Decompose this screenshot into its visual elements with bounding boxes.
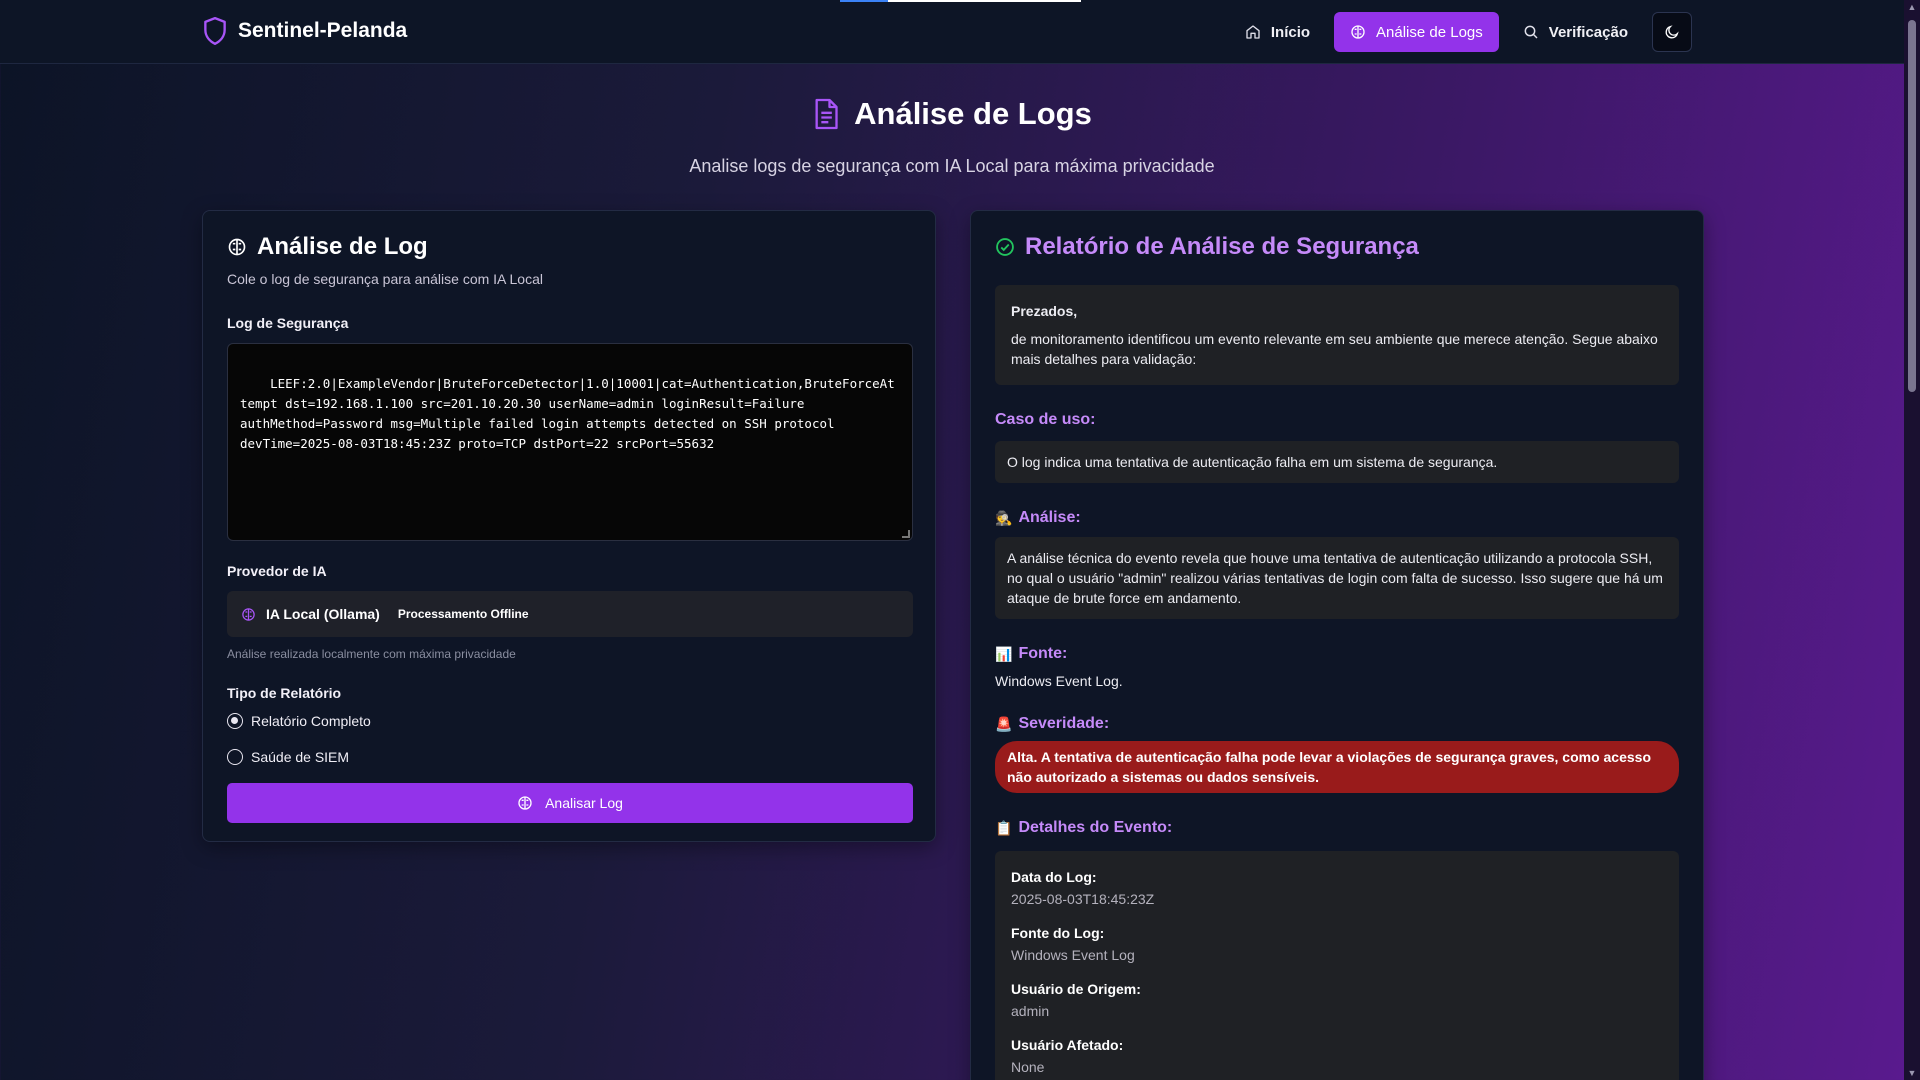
brain-icon — [518, 796, 532, 810]
document-icon — [815, 98, 838, 130]
report-type-option-complete[interactable]: Relatório Completo — [227, 713, 911, 729]
severity-text: Alta. A tentativa de autenticação falha … — [1007, 749, 1651, 785]
radio-button-unchecked[interactable] — [227, 749, 243, 765]
event-details-heading: 📋 Detalhes do Evento: — [995, 819, 1679, 837]
report-type-option-label: Saúde de SIEM — [251, 749, 350, 765]
clipboard-icon: 📋 — [995, 819, 1013, 836]
page-scrollbar[interactable]: ▲ ▼ — [1904, 0, 1920, 1080]
report-type-label: Tipo de Relatório — [227, 685, 342, 701]
event-detail-item: Usuário de Origem: admin — [1011, 979, 1663, 1021]
brand-logo-link[interactable]: Sentinel-Pelanda — [202, 16, 407, 46]
report-title-text: Relatório de Análise de Segurança — [1025, 233, 1419, 260]
severity-badge: Alta. A tentativa de autenticação falha … — [995, 741, 1679, 793]
event-detail-label: Usuário Afetado: — [1011, 1037, 1124, 1053]
search-icon — [1524, 25, 1538, 39]
report-title: Relatório de Análise de Segurança — [995, 233, 1679, 261]
siren-icon: 🚨 — [995, 715, 1013, 732]
moon-icon — [1665, 25, 1679, 39]
provider-hint: Análise realizada localmente com máxima … — [227, 647, 516, 661]
log-input-label: Log de Segurança — [227, 315, 349, 331]
radio-button-checked[interactable] — [227, 713, 243, 729]
scrollbar-thumb[interactable] — [1908, 20, 1916, 392]
security-report-card: Relatório de Análise de Segurança Prezad… — [970, 210, 1704, 1080]
brand-name: Sentinel-Pelanda — [238, 19, 408, 42]
event-detail-value: Windows Event Log — [1011, 947, 1135, 963]
event-detail-label: Data do Log: — [1011, 869, 1097, 885]
event-details-box: Data do Log: 2025-08-03T18:45:23Z Fonte … — [995, 851, 1679, 1080]
event-detail-value: admin — [1011, 1003, 1050, 1019]
security-log-textarea[interactable]: LEEF:2.0|ExampleVendor|BruteForceDetecto… — [227, 343, 913, 541]
provider-name: IA Local (Ollama) — [266, 606, 380, 622]
check-circle-icon — [996, 238, 1014, 256]
top-navbar: Sentinel-Pelanda Início Análise de Logs … — [0, 0, 1904, 64]
report-greeting: Prezados, — [1011, 303, 1078, 319]
analyze-log-button-label: Analisar Log — [545, 795, 623, 811]
nav-item-analise-de-logs[interactable]: Análise de Logs — [1334, 12, 1499, 52]
report-intro-box: Prezados, de monitoramento identificou u… — [995, 285, 1679, 385]
analysis-text: A análise técnica do evento revela que h… — [1007, 550, 1663, 606]
theme-toggle-button[interactable] — [1652, 12, 1692, 52]
analysis-heading-text: Análise: — [1018, 509, 1081, 526]
bar-chart-icon: 📊 — [995, 645, 1013, 662]
report-type-option-siem[interactable]: Saúde de SIEM — [227, 749, 911, 765]
use-case-text: O log indica uma tentativa de autenticaç… — [1007, 454, 1498, 470]
security-log-value: LEEF:2.0|ExampleVendor|BruteForceDetecto… — [240, 376, 895, 451]
form-description: Cole o log de segurança para análise com… — [227, 271, 543, 287]
page-title-text: Análise de Logs — [854, 96, 1092, 131]
source-text: Windows Event Log. — [995, 673, 1123, 689]
form-title: Análise de Log — [227, 233, 911, 261]
offline-badge: Processamento Offline — [397, 607, 529, 621]
severity-heading-text: Severidade: — [1018, 715, 1110, 732]
ai-provider-selector[interactable]: IA Local (Ollama) Processamento Offline — [227, 591, 913, 637]
nav-item-label: Verificação — [1548, 23, 1628, 41]
source-heading: 📊 Fonte: — [995, 645, 1679, 663]
event-detail-value: None — [1011, 1059, 1045, 1075]
scroll-up-arrow-icon[interactable]: ▲ — [1907, 2, 1917, 12]
use-case-box: O log indica uma tentativa de autenticaç… — [995, 441, 1679, 483]
report-type-option-label: Relatório Completo — [251, 713, 371, 729]
event-details-heading-text: Detalhes do Evento: — [1018, 819, 1173, 836]
shield-icon — [204, 16, 226, 46]
event-detail-value: 2025-08-03T18:45:23Z — [1011, 891, 1155, 907]
use-case-heading: Caso de uso: — [995, 411, 1679, 429]
analyze-log-button[interactable]: Analisar Log — [227, 783, 913, 823]
event-detail-label: Usuário de Origem: — [1011, 981, 1141, 997]
page-load-progress-accent — [840, 0, 888, 2]
page-subtitle: Analise logs de segurança com IA Local p… — [689, 156, 1215, 176]
event-detail-item: Fonte do Log: Windows Event Log — [1011, 923, 1663, 965]
main-nav: Início Análise de Logs Verificação — [1229, 12, 1692, 52]
nav-item-label: Início — [1270, 23, 1311, 41]
provider-label: Provedor de IA — [227, 563, 327, 579]
form-title-text: Análise de Log — [257, 233, 428, 260]
brain-icon — [1351, 25, 1365, 39]
nav-item-label: Análise de Logs — [1376, 23, 1483, 41]
log-analysis-form-card: Análise de Log Cole o log de segurança p… — [202, 210, 936, 842]
brain-icon — [228, 238, 246, 256]
textarea-resize-handle[interactable] — [902, 530, 910, 538]
source-heading-text: Fonte: — [1018, 645, 1068, 662]
detective-icon: 🕵️ — [995, 509, 1013, 526]
nav-item-inicio[interactable]: Início — [1229, 12, 1326, 52]
use-case-heading-text: Caso de uso: — [995, 411, 1096, 428]
analysis-heading: 🕵️ Análise: — [995, 509, 1679, 527]
page-header: Análise de Logs Analise logs de seguranç… — [0, 96, 1904, 177]
severity-heading: 🚨 Severidade: — [995, 715, 1679, 733]
event-detail-label: Fonte do Log: — [1011, 925, 1105, 941]
analysis-box: A análise técnica do evento revela que h… — [995, 537, 1679, 619]
scroll-down-arrow-icon[interactable]: ▼ — [1907, 1068, 1917, 1078]
brain-icon — [242, 607, 255, 621]
nav-item-verificacao[interactable]: Verificação — [1507, 12, 1644, 52]
event-detail-item: Data do Log: 2025-08-03T18:45:23Z — [1011, 867, 1663, 909]
event-detail-item: Usuário Afetado: None — [1011, 1035, 1663, 1077]
page-title: Análise de Logs — [812, 96, 1092, 132]
report-intro-text: de monitoramento identificou um evento r… — [1011, 331, 1658, 367]
home-icon — [1246, 25, 1260, 39]
